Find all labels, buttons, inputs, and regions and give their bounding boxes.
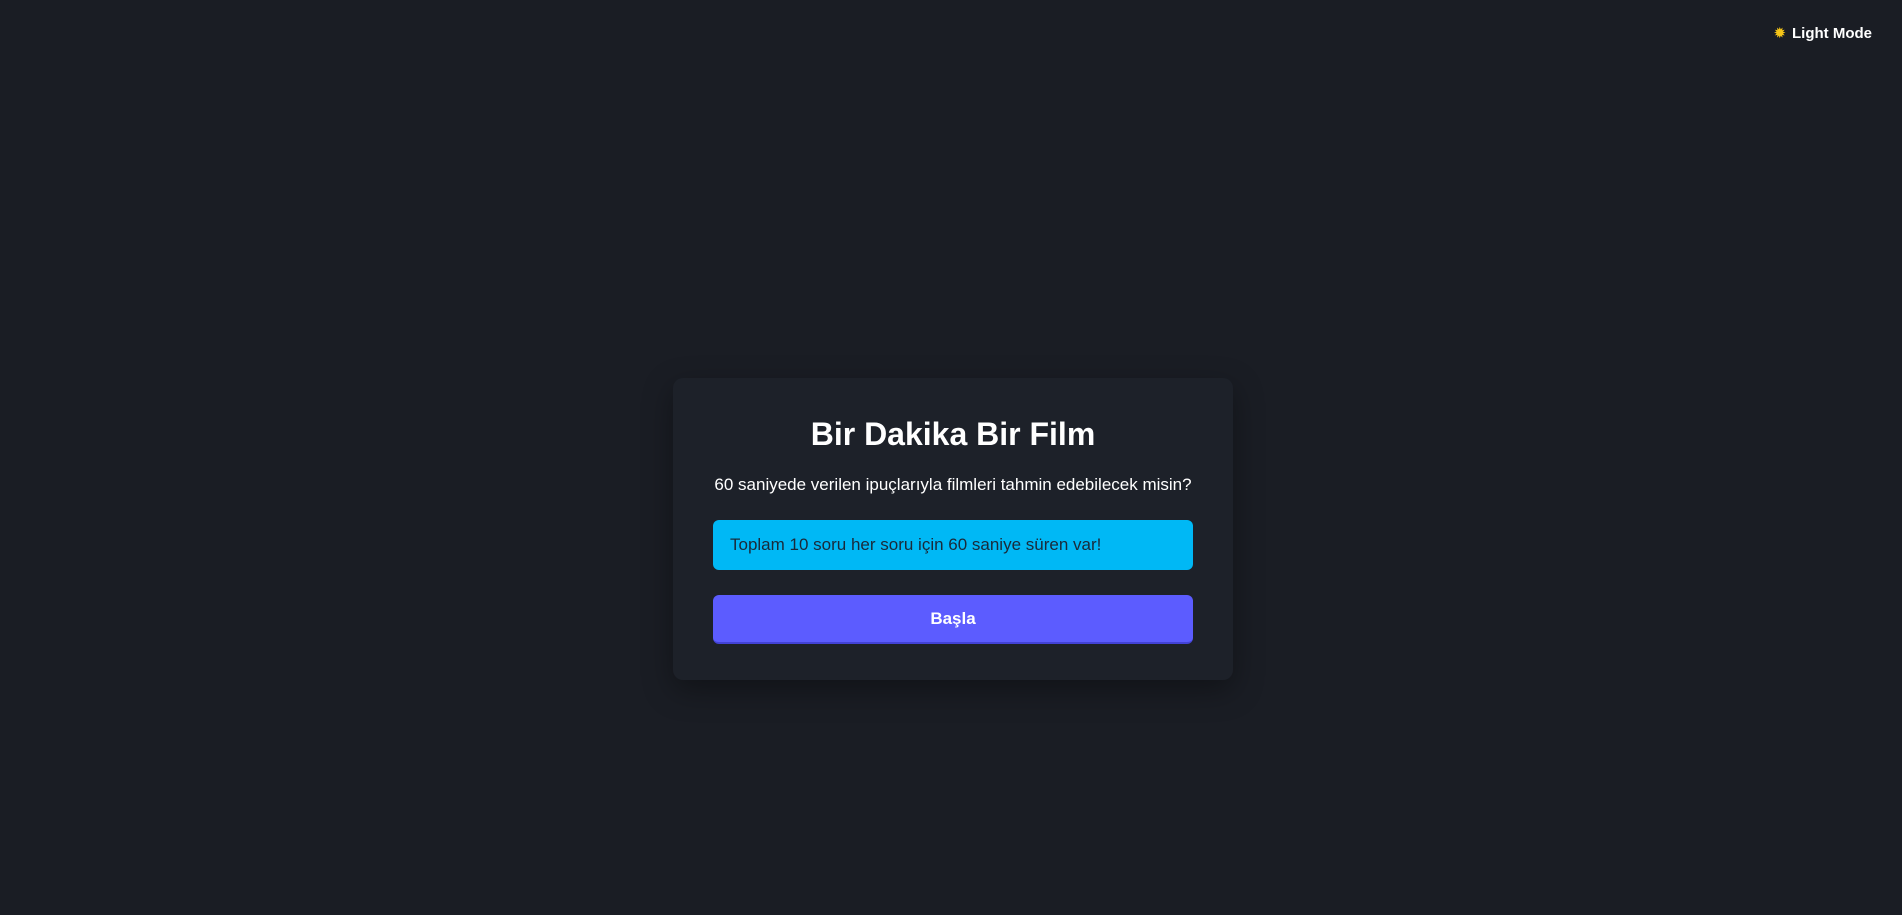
start-card: Bir Dakika Bir Film 60 saniyede verilen … — [673, 378, 1233, 680]
rules-info-box: Toplam 10 soru her soru için 60 saniye s… — [713, 520, 1193, 571]
game-subtitle: 60 saniyede verilen ipuçlarıyla filmleri… — [714, 475, 1192, 494]
light-mode-label: Light Mode — [1792, 25, 1872, 42]
game-title: Bir Dakika Bir Film — [810, 416, 1096, 452]
start-button[interactable]: Başla — [713, 595, 1193, 645]
sun-icon: ✹ — [1773, 25, 1787, 42]
rules-info-text: Toplam 10 soru her soru için 60 saniye s… — [730, 535, 1102, 555]
light-mode-toggle[interactable]: ✹ Light Mode — [1773, 25, 1872, 42]
